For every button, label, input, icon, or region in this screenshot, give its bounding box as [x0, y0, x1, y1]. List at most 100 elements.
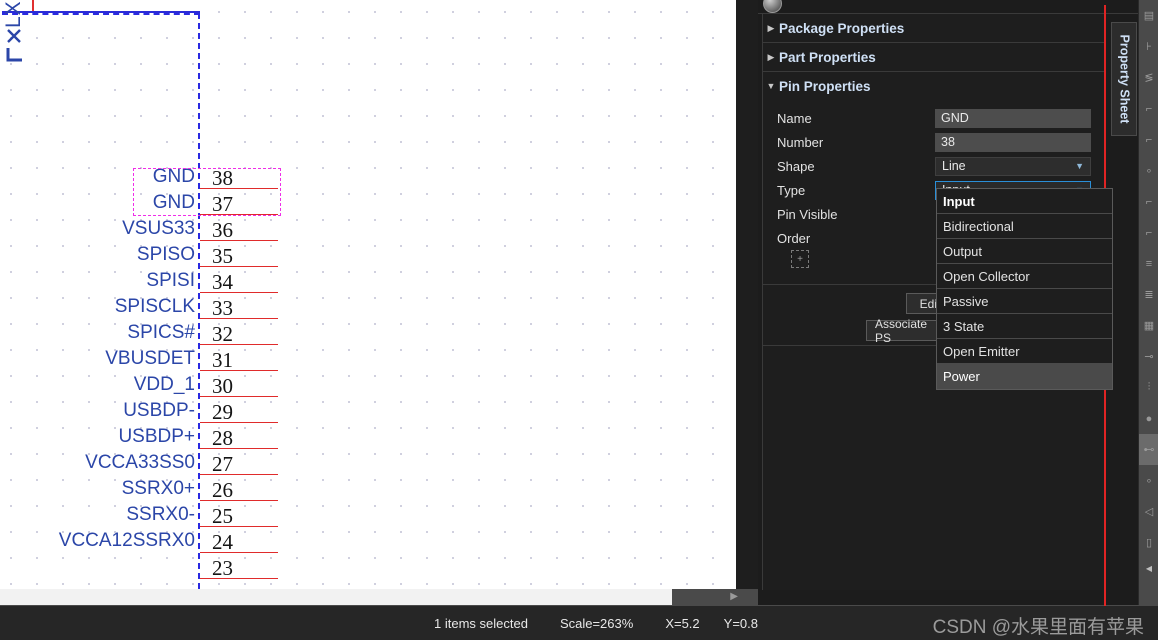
ic-power-icon[interactable]: ⊷ — [1139, 434, 1158, 465]
shape-select[interactable]: Line ▼ — [935, 156, 1091, 176]
pin-name: VCCA33SS0 — [85, 452, 195, 473]
pin-number: 30 — [212, 374, 233, 398]
pane-top-bar — [758, 0, 1158, 14]
field-label: Number — [777, 134, 824, 150]
pin-number: 28 — [212, 426, 233, 450]
section-title: Pin Properties — [779, 78, 871, 94]
pin-name: SPICS# — [127, 322, 195, 343]
dropdown-option[interactable]: Power — [937, 364, 1112, 389]
pin-number: 32 — [212, 322, 233, 346]
collapse-rail-icon[interactable]: ◀ — [1139, 558, 1158, 578]
pin-name: VCCA12SSRX0 — [58, 530, 195, 551]
pin-name: USBDP+ — [118, 426, 195, 447]
net-marker-icon — [6, 29, 22, 62]
pin-row[interactable]: SPISO 35 — [0, 244, 290, 274]
part-body-top-dash — [2, 13, 200, 15]
pin-name: SPISI — [146, 270, 195, 291]
pin-number: 26 — [212, 478, 233, 502]
ic-bar-icon[interactable]: ≡ — [1139, 248, 1158, 279]
pin-number: 25 — [212, 504, 233, 528]
field-label: Name — [777, 110, 812, 126]
dropdown-option[interactable]: Open Emitter — [937, 339, 1112, 364]
name-input[interactable]: GND — [935, 108, 1091, 128]
status-selection: 1 items selected — [434, 615, 528, 631]
pin-name: SPISO — [136, 244, 195, 265]
right-toolbar-rail[interactable]: ▤ ⊦ ≶ ⌐ ⌐ ∘ ⌐ ⌐ ≡ ≣ ▦ ⊸ ⫶ ● ⊷ ∘ ◁ ▯ ◀ — [1138, 0, 1158, 640]
section-package-properties[interactable]: ▶ Package Properties — [763, 14, 1105, 43]
selection-marquee[interactable] — [133, 168, 281, 216]
pin-number: 31 — [212, 348, 233, 372]
pin-name: SPISCLK — [114, 296, 195, 317]
status-x-coordinate: X=5.2 — [665, 615, 700, 631]
pin-name: VBUSDET — [105, 348, 195, 369]
dropdown-option[interactable]: Output — [937, 239, 1112, 264]
field-label: Pin Visible — [777, 206, 838, 222]
horizontal-scroll-thumb[interactable] — [0, 589, 672, 606]
ic-rect-icon[interactable]: ▯ — [1139, 527, 1158, 558]
ic-node-icon[interactable]: ∘ — [1139, 465, 1158, 496]
pin-number: 36 — [212, 218, 233, 242]
chevron-right-icon[interactable]: ▶ — [763, 23, 779, 34]
type-dropdown-list[interactable]: Input Bidirectional Output Open Collector Pa… — [936, 188, 1113, 390]
field-label: Type — [777, 182, 806, 198]
ic-wire-l-icon[interactable]: ⌐ — [1139, 186, 1158, 217]
field-row-number: Number 38 — [763, 130, 1105, 154]
dropdown-option[interactable]: 3 State — [937, 314, 1112, 339]
schematic-canvas[interactable]: LX GND 38 GND 37 VSUS33 36 SPISO 35 SPISI 34 SPISC… — [0, 0, 736, 589]
ic-bars-icon[interactable]: ≣ — [1139, 279, 1158, 310]
pin-name: SSRX0- — [126, 504, 195, 525]
watermark: CSDN @水果里面有苹果 — [932, 617, 1144, 638]
chevron-down-icon[interactable]: ▼ — [1075, 161, 1084, 171]
section-title: Package Properties — [779, 20, 905, 36]
ic-netsplit-icon[interactable]: ≶ — [1139, 62, 1158, 93]
number-input[interactable]: 38 — [935, 132, 1091, 152]
field-row-shape: Shape Line ▼ — [763, 154, 1105, 178]
pin-name: VDD_1 — [133, 374, 195, 395]
section-pin-properties[interactable]: ▼ Pin Properties — [763, 72, 1105, 100]
canvas-vertical-label: LX — [2, 0, 25, 28]
chevron-right-icon[interactable]: ▶ — [763, 52, 779, 63]
dropdown-option[interactable]: Input — [937, 189, 1112, 214]
pin-number: 23 — [212, 556, 233, 580]
property-sheet-tab-label: Property Sheet — [1117, 34, 1132, 124]
pin-row[interactable]: 23 — [0, 556, 290, 586]
pin-name: VSUS33 — [122, 218, 195, 239]
field-row-name: Name GND — [763, 106, 1105, 130]
canvas-horizontal-scrollbar[interactable]: ▶ — [0, 589, 758, 606]
pin-number: 29 — [212, 400, 233, 424]
status-y-coordinate: Y=0.8 — [723, 615, 758, 631]
ic-junction-icon[interactable]: ∘ — [1139, 155, 1158, 186]
ic-dot-icon[interactable]: ● — [1139, 403, 1158, 434]
pin-number: 35 — [212, 244, 233, 268]
ic-grid-icon[interactable]: ▦ — [1139, 310, 1158, 341]
dropdown-option[interactable]: Open Collector — [937, 264, 1112, 289]
pin-row[interactable]: VCCA12SSRX0 24 — [0, 530, 290, 560]
field-label: Shape — [777, 158, 815, 174]
pin-number: 33 — [212, 296, 233, 320]
ic-chip-icon[interactable]: ▤ — [1139, 0, 1158, 31]
property-sheet-tab[interactable]: Property Sheet — [1111, 22, 1137, 136]
pin-name: USBDP- — [123, 400, 195, 421]
application-window: LX GND 38 GND 37 VSUS33 36 SPISO 35 SPISI 34 SPISC… — [0, 0, 1158, 640]
pin-name: SSRX0+ — [121, 478, 195, 499]
dropdown-option[interactable]: Bidirectional — [937, 214, 1112, 239]
section-title: Part Properties — [779, 49, 876, 65]
pin-number: 24 — [212, 530, 233, 554]
chevron-down-icon[interactable]: ▼ — [763, 81, 779, 91]
scroll-right-arrow-icon[interactable]: ▶ — [730, 591, 738, 602]
status-scale: Scale=263% — [559, 615, 634, 631]
ic-pin-icon[interactable]: ⊸ — [1139, 341, 1158, 372]
ic-dip-icon[interactable]: ⫶ — [1139, 372, 1158, 403]
canvas-scroll-gutter: ▲ ▼ — [736, 0, 758, 606]
dropdown-option[interactable]: Passive — [937, 289, 1112, 314]
ic-wire-l2-icon[interactable]: ⌐ — [1139, 217, 1158, 248]
section-part-properties[interactable]: ▶ Part Properties — [763, 43, 1105, 72]
ic-port-icon[interactable]: ⊦ — [1139, 31, 1158, 62]
ic-wire-corner-icon[interactable]: ⌐ — [1139, 93, 1158, 124]
ic-arrow-left-icon[interactable]: ◁ — [1139, 496, 1158, 527]
ic-bus-corner-icon[interactable]: ⌐ — [1139, 124, 1158, 155]
pin-number: 27 — [212, 452, 233, 476]
add-box-icon[interactable]: + — [791, 250, 809, 268]
shape-select-value: Line — [942, 159, 966, 173]
field-label: Order — [777, 230, 811, 246]
